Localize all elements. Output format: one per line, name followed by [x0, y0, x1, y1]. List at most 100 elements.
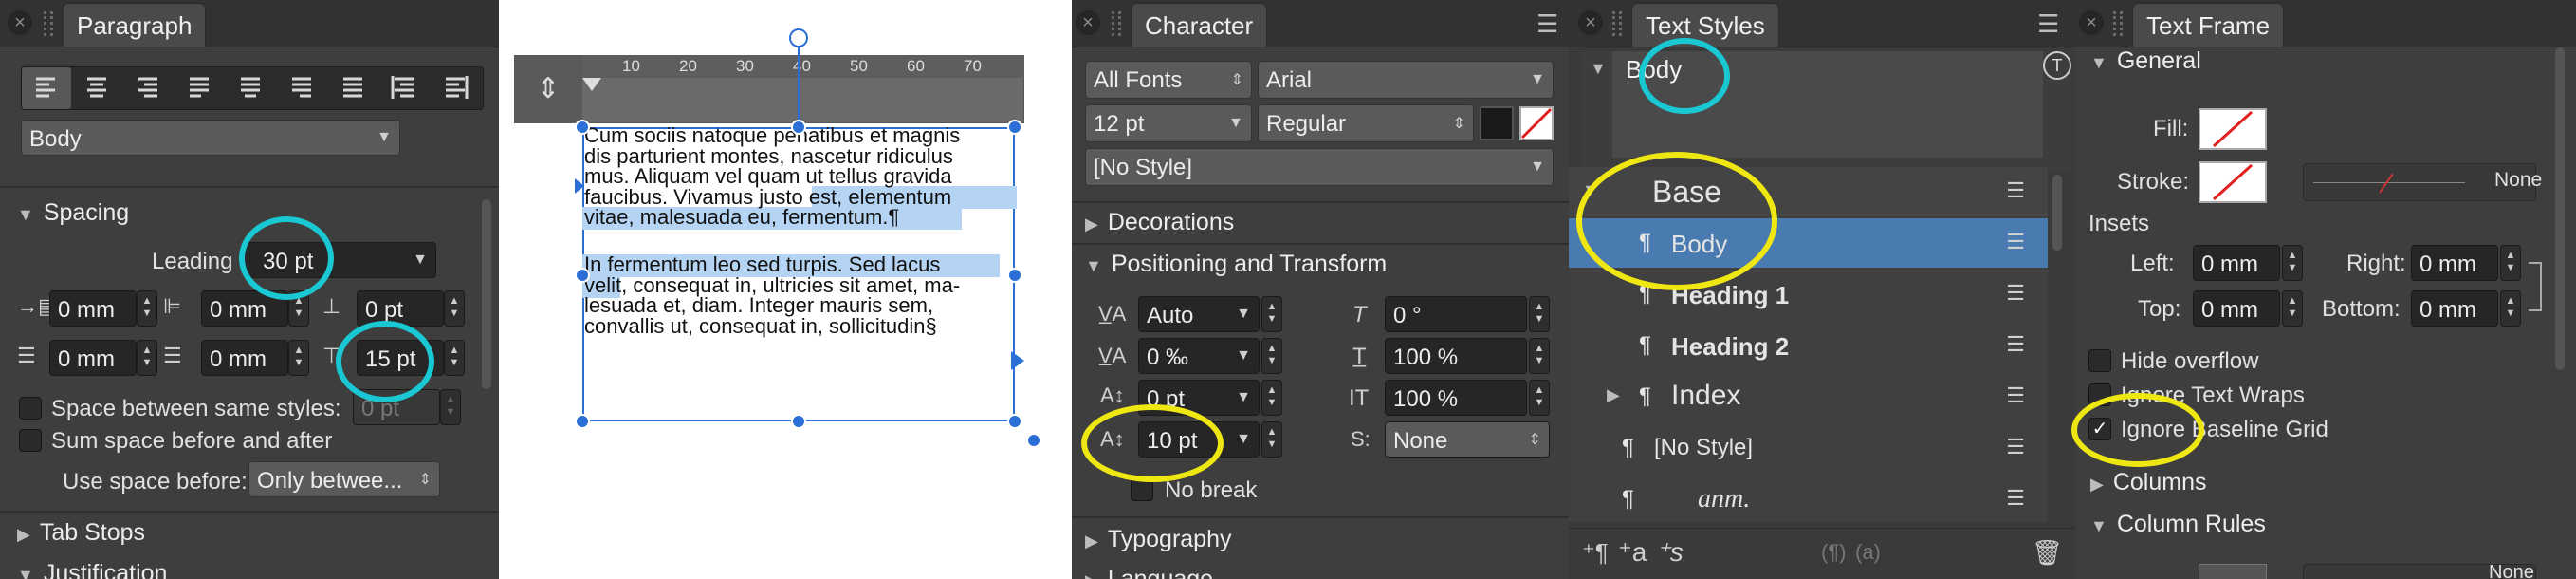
tab-text-styles[interactable]: Text Styles — [1631, 3, 1779, 47]
drag-grip-icon[interactable] — [2113, 11, 2123, 36]
positioning-toggle[interactable]: ▼ Positioning and Transform — [1085, 251, 1387, 278]
italic-angle-stepper[interactable]: ▲ ▼ — [1529, 296, 1550, 332]
close-icon[interactable]: × — [8, 10, 32, 35]
sum-space-checkbox[interactable] — [19, 429, 42, 452]
text-color-swatch[interactable] — [1480, 106, 1514, 140]
tab-text-frame[interactable]: Text Frame — [2132, 3, 2285, 47]
apply-character-style-icon[interactable]: (a) — [1855, 540, 1881, 565]
style-group-index[interactable]: ▶ ¶ Index ☰ — [1569, 372, 2048, 421]
resize-handle-s[interactable] — [791, 414, 806, 429]
stroke-swatch[interactable] — [2199, 161, 2267, 203]
panel-menu-icon[interactable]: ☰ — [2037, 9, 2059, 39]
resize-handle-se[interactable] — [1007, 414, 1022, 429]
tab-stops-toggle[interactable]: ▶ Tab Stops — [17, 519, 145, 547]
trash-icon[interactable]: 🗑 — [2032, 538, 2063, 568]
paragraph-2[interactable]: In fermentum leo sed turpis. Sed lacus v… — [584, 254, 1017, 336]
link-handle[interactable] — [1026, 433, 1041, 448]
resize-handle-w[interactable] — [575, 268, 590, 283]
language-toggle[interactable]: ▶ Language — [1085, 566, 1213, 579]
drag-grip-icon[interactable] — [1112, 11, 1121, 36]
character-style-select[interactable]: [No Style] ▼ — [1085, 148, 1554, 186]
top-inset-stepper[interactable]: ▲ ▼ — [2282, 290, 2303, 327]
hide-overflow-checkbox[interactable] — [2088, 349, 2111, 372]
baseline-shift-stepper[interactable]: ▲ ▼ — [1261, 380, 1282, 416]
tracking-input[interactable]: 0 ‰ ▼ — [1138, 338, 1260, 374]
style-menu-icon[interactable]: ☰ — [2006, 178, 2025, 203]
style-menu-icon[interactable]: ☰ — [2006, 435, 2025, 459]
resize-handle-nw[interactable] — [575, 120, 590, 135]
left-indent-stepper[interactable]: ▲ ▼ — [137, 290, 157, 327]
right-indent-input[interactable]: 0 mm — [49, 340, 137, 376]
position-select[interactable]: None ⇕ — [1385, 421, 1550, 458]
right-indent-stepper[interactable]: ▲ ▼ — [137, 340, 157, 376]
space-after-stepper[interactable]: ▲ ▼ — [444, 340, 465, 376]
close-icon[interactable]: × — [2079, 10, 2104, 35]
left-indent-input[interactable]: 0 mm — [49, 290, 137, 327]
style-item-heading-2[interactable]: ¶ Heading 2 ☰ — [1569, 321, 2048, 370]
use-space-select[interactable]: Only betwee... ⇕ — [248, 461, 440, 497]
styles-scrollbar[interactable] — [2052, 175, 2062, 251]
paragraph-scrollbar[interactable] — [482, 199, 491, 389]
tracking-stepper[interactable]: ▲ ▼ — [1261, 338, 1282, 374]
ruler-origin[interactable]: ⇕ — [514, 55, 582, 123]
text-frame-scrollbar[interactable] — [2555, 47, 2565, 370]
last-line-indent-input[interactable]: 0 mm — [201, 340, 288, 376]
column-rules-toggle[interactable]: ▼ Column Rules — [2090, 511, 2266, 538]
decorations-toggle[interactable]: ▶ Decorations — [1085, 209, 1234, 236]
close-icon[interactable]: × — [1578, 10, 1603, 35]
space-before-stepper[interactable]: ▲ ▼ — [444, 290, 465, 327]
style-menu-icon[interactable]: ☰ — [2006, 383, 2025, 408]
right-inset-input[interactable]: 0 mm — [2411, 245, 2498, 281]
document-canvas[interactable]: ⇕ 10 20 30 40 50 60 70 Cum sociis natoqu… — [499, 0, 1072, 579]
apply-paragraph-style-icon[interactable]: (¶) — [1821, 540, 1846, 565]
left-inset-input[interactable]: 0 mm — [2193, 245, 2280, 281]
right-inset-stepper[interactable]: ▲ ▼ — [2500, 245, 2521, 281]
columns-toggle[interactable]: ▶ Columns — [2090, 469, 2207, 496]
resize-handle-n[interactable] — [791, 120, 806, 135]
fill-swatch[interactable] — [2199, 108, 2267, 150]
font-weight-select[interactable]: Regular ⇕ — [1258, 104, 1474, 142]
add-character-style-icon[interactable]: ⁺a — [1618, 536, 1647, 568]
general-toggle[interactable]: ▼ General — [2090, 47, 2201, 75]
ruler-indent-marker[interactable] — [582, 78, 601, 91]
space-before-input[interactable]: 0 pt — [357, 290, 444, 327]
paragraph-style-select[interactable]: Body ▼ — [21, 120, 400, 156]
panel-menu-icon[interactable]: ☰ — [1536, 9, 1558, 39]
space-between-checkbox[interactable] — [19, 397, 42, 420]
horizontal-scale-input[interactable]: 100 % — [1385, 380, 1527, 416]
font-family-select[interactable]: Arial ▼ — [1258, 61, 1554, 99]
drag-grip-icon[interactable] — [1612, 11, 1622, 36]
resize-handle-e[interactable] — [1007, 268, 1022, 283]
add-group-style-icon[interactable]: ⁺s — [1656, 536, 1684, 568]
text-style-icon[interactable]: T — [2043, 51, 2071, 80]
vertical-scale-input[interactable]: 100 % — [1385, 338, 1527, 374]
style-item-anm[interactable]: ¶ anm. ☰ — [1569, 475, 2048, 524]
horizontal-scale-stepper[interactable]: ▲ ▼ — [1529, 380, 1550, 416]
add-paragraph-style-icon[interactable]: ⁺¶ — [1582, 538, 1609, 568]
italic-angle-input[interactable]: 0 ° — [1385, 296, 1527, 332]
column-rules-fill-swatch[interactable] — [2199, 564, 2267, 579]
style-menu-icon[interactable]: ☰ — [2006, 332, 2025, 357]
kerning-stepper[interactable]: ▲ ▼ — [1261, 296, 1282, 332]
left-inset-stepper[interactable]: ▲ ▼ — [2282, 245, 2303, 281]
leading-override-stepper[interactable]: ▲ ▼ — [1261, 421, 1282, 458]
vertical-scale-stepper[interactable]: ▲ ▼ — [1529, 338, 1550, 374]
kerning-input[interactable]: Auto ▼ — [1138, 296, 1260, 332]
bottom-inset-stepper[interactable]: ▲ ▼ — [2500, 290, 2521, 327]
paragraph-1[interactable]: Cum sociis natoque penatibus et magnis d… — [584, 125, 1017, 228]
text-flow-in-icon[interactable] — [575, 178, 584, 194]
style-menu-icon[interactable]: ☰ — [2006, 486, 2025, 511]
rotation-handle[interactable] — [789, 28, 808, 47]
highlight-color-swatch[interactable] — [1519, 106, 1554, 140]
drag-grip-icon[interactable] — [44, 11, 53, 36]
link-insets-icon[interactable] — [2529, 262, 2542, 311]
close-icon[interactable]: × — [1076, 10, 1100, 35]
typography-toggle[interactable]: ▶ Typography — [1085, 526, 1231, 553]
justification-toggle[interactable]: ▼ Justification — [17, 560, 167, 579]
tab-character[interactable]: Character — [1131, 3, 1268, 47]
style-item-no-style[interactable]: ¶ [No Style] ☰ — [1569, 423, 2048, 473]
font-collection-select[interactable]: All Fonts ⇕ — [1085, 61, 1252, 99]
bottom-inset-input[interactable]: 0 mm — [2411, 290, 2498, 327]
text-flow-out-icon[interactable] — [1011, 351, 1024, 370]
resize-handle-sw[interactable] — [575, 414, 590, 429]
